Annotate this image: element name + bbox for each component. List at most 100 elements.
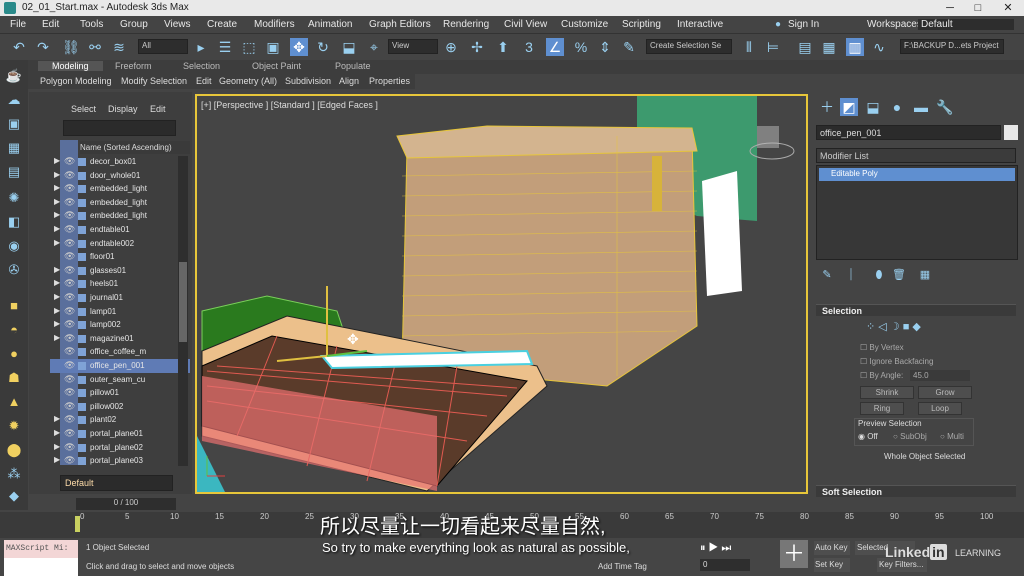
expand-arrow-icon[interactable]: ▶ bbox=[54, 197, 60, 206]
stack-item-editable-poly[interactable]: Editable Poly bbox=[819, 168, 1015, 181]
visibility-eye-icon[interactable]: 👁 bbox=[64, 360, 75, 371]
maxscript-listener-output[interactable] bbox=[4, 558, 78, 576]
rect-selection-icon[interactable]: ⬚ bbox=[240, 38, 258, 56]
playback-controls-icon[interactable]: ⏸ ▶ ⏭ bbox=[700, 542, 731, 555]
visibility-eye-icon[interactable]: 👁 bbox=[64, 251, 75, 262]
edit-named-selection-icon[interactable]: ✎ bbox=[620, 38, 638, 56]
menu-file[interactable]: File bbox=[10, 19, 26, 30]
visibility-eye-icon[interactable]: 👁 bbox=[64, 319, 75, 330]
scene-row[interactable]: ▶ 👁 decor_box01 bbox=[50, 155, 190, 169]
named-selection-dropdown[interactable]: Create Selection Se bbox=[646, 39, 732, 54]
maxscript-listener[interactable]: MAXScript Mi: bbox=[4, 540, 78, 558]
lightbulb-icon[interactable]: ✺ bbox=[5, 190, 23, 206]
angle-spinner[interactable]: 45.0 bbox=[910, 370, 970, 381]
menu-scripting[interactable]: Scripting bbox=[622, 19, 661, 30]
scene-row[interactable]: ▶ 👁 portal_plane01 bbox=[50, 427, 190, 441]
sort-header[interactable]: Name (Sorted Ascending) bbox=[80, 141, 190, 154]
configure-sets-icon[interactable]: ▦ bbox=[916, 266, 934, 284]
motion-panel-icon[interactable]: ● bbox=[888, 98, 906, 116]
table-icon[interactable]: ▤ bbox=[5, 164, 23, 180]
expand-arrow-icon[interactable]: ▶ bbox=[54, 292, 60, 301]
scene-row[interactable]: ▶ 👁 embedded_light bbox=[50, 209, 190, 223]
expand-arrow-icon[interactable]: ▶ bbox=[54, 414, 60, 423]
scene-tab-select[interactable]: Select bbox=[71, 104, 96, 114]
scene-row[interactable]: 👁 office_coffee_m bbox=[50, 345, 190, 359]
sun-icon[interactable]: ✹ bbox=[5, 418, 23, 434]
project-folder-dropdown[interactable]: F:\BACKUP D...ets Project bbox=[900, 39, 1004, 54]
grid-icon[interactable]: ⁂ bbox=[5, 466, 23, 482]
visibility-eye-icon[interactable]: 👁 bbox=[64, 306, 75, 317]
reference-coord-dropdown[interactable]: View bbox=[388, 39, 438, 54]
preview-off-radio[interactable]: ◉ Off bbox=[858, 432, 878, 441]
time-cursor[interactable] bbox=[75, 516, 80, 532]
speaker-icon[interactable]: ◉ bbox=[5, 238, 23, 254]
window-crossing-icon[interactable]: ▣ bbox=[264, 38, 282, 56]
shrink-button[interactable]: Shrink bbox=[860, 386, 914, 399]
select-by-name-icon[interactable]: ☰ bbox=[216, 38, 234, 56]
hemisphere-icon[interactable]: ◓ bbox=[5, 322, 23, 338]
snaps-toggle-icon[interactable]: 3 bbox=[520, 38, 538, 56]
expand-arrow-icon[interactable]: ▶ bbox=[54, 170, 60, 179]
visibility-eye-icon[interactable]: 👁 bbox=[64, 428, 75, 439]
select-rotate-icon[interactable]: ↻ bbox=[314, 38, 332, 56]
scene-scrollbar-thumb[interactable] bbox=[179, 262, 187, 342]
modify-panel-icon[interactable]: ◩ bbox=[840, 98, 858, 116]
ribbon-geometry-all[interactable]: Geometry (All) bbox=[219, 76, 277, 86]
scene-row[interactable]: ▶ 👁 endtable01 bbox=[50, 223, 190, 237]
visibility-eye-icon[interactable]: 👁 bbox=[64, 374, 75, 385]
film-icon[interactable]: ✇ bbox=[5, 262, 23, 278]
percent-snap-icon[interactable]: % bbox=[572, 38, 590, 56]
sign-in-button[interactable]: Sign In bbox=[788, 19, 819, 30]
menu-animation[interactable]: Animation bbox=[308, 19, 352, 30]
menu-modifiers[interactable]: Modifiers bbox=[254, 19, 295, 30]
expand-arrow-icon[interactable]: ▶ bbox=[54, 442, 60, 451]
menu-rendering[interactable]: Rendering bbox=[443, 19, 489, 30]
visibility-eye-icon[interactable]: 👁 bbox=[64, 346, 75, 357]
tab-object-paint[interactable]: Object Paint bbox=[252, 61, 301, 71]
ribbon-properties[interactable]: Properties bbox=[369, 76, 410, 86]
time-slider[interactable]: 0 / 100 bbox=[76, 498, 176, 510]
maximize-button[interactable]: □ bbox=[964, 0, 992, 16]
visibility-eye-icon[interactable]: 👁 bbox=[64, 387, 75, 398]
scene-row[interactable]: ▶ 👁 lamp01 bbox=[50, 305, 190, 319]
shapes-icon[interactable]: ◆ bbox=[5, 488, 23, 504]
scene-row[interactable]: ▶ 👁 portal_plane03 bbox=[50, 454, 190, 468]
ribbon-subdivision[interactable]: Subdivision bbox=[285, 76, 331, 86]
expand-arrow-icon[interactable]: ▶ bbox=[54, 265, 60, 274]
visibility-eye-icon[interactable]: 👁 bbox=[64, 238, 75, 249]
cloud-icon[interactable]: ☁ bbox=[5, 92, 23, 108]
ribbon-modify-selection[interactable]: Modify Selection bbox=[121, 76, 187, 86]
modifier-list-dropdown[interactable]: Modifier List bbox=[816, 148, 1016, 163]
visibility-eye-icon[interactable]: 👁 bbox=[64, 455, 75, 466]
mirror-icon[interactable]: ⫴ bbox=[740, 38, 758, 56]
object-color-swatch[interactable] bbox=[1004, 125, 1018, 140]
workspace-dropdown[interactable]: Default bbox=[918, 19, 1014, 30]
cone-icon[interactable]: ▲ bbox=[5, 394, 23, 410]
expand-arrow-icon[interactable]: ▶ bbox=[54, 333, 60, 342]
minimize-button[interactable]: ─ bbox=[936, 0, 964, 16]
visibility-eye-icon[interactable]: 👁 bbox=[64, 333, 75, 344]
select-scale-icon[interactable]: ⬓ bbox=[340, 38, 358, 56]
calculator-icon[interactable]: ▦ bbox=[5, 140, 23, 156]
ignore-backfacing-checkbox[interactable]: ☐ Ignore Backfacing bbox=[860, 357, 933, 366]
ribbon-toggle-icon[interactable]: ▥ bbox=[846, 38, 864, 56]
subobject-level-icons[interactable]: ⁘ ◁ ☽ ■ ◆ bbox=[866, 320, 921, 333]
scene-row[interactable]: ▶ 👁 plant02 bbox=[50, 413, 190, 427]
close-button[interactable]: ✕ bbox=[994, 0, 1022, 16]
utilities-panel-icon[interactable]: 🔧 bbox=[936, 98, 954, 116]
set-key-big-icon[interactable]: ＋ bbox=[780, 540, 808, 568]
select-move-icon[interactable]: ✥ bbox=[290, 38, 308, 56]
show-end-result-icon[interactable]: ⏐ bbox=[842, 266, 860, 284]
auto-key-button[interactable]: Auto Key bbox=[814, 541, 850, 555]
expand-arrow-icon[interactable]: ▶ bbox=[54, 156, 60, 165]
scene-row[interactable]: 👁 outer_seam_cu bbox=[50, 373, 190, 387]
visibility-eye-icon[interactable]: 👁 bbox=[64, 442, 75, 453]
keyboard-shortcut-icon[interactable]: ⬆ bbox=[494, 38, 512, 56]
hierarchy-panel-icon[interactable]: ⬓ bbox=[864, 98, 882, 116]
by-vertex-checkbox[interactable]: ☐ By Vertex bbox=[860, 343, 904, 352]
menu-views[interactable]: Views bbox=[164, 19, 191, 30]
menu-customize[interactable]: Customize bbox=[561, 19, 608, 30]
menu-group[interactable]: Group bbox=[120, 19, 148, 30]
visibility-eye-icon[interactable]: 👁 bbox=[64, 183, 75, 194]
scene-tab-display[interactable]: Display bbox=[108, 104, 138, 114]
